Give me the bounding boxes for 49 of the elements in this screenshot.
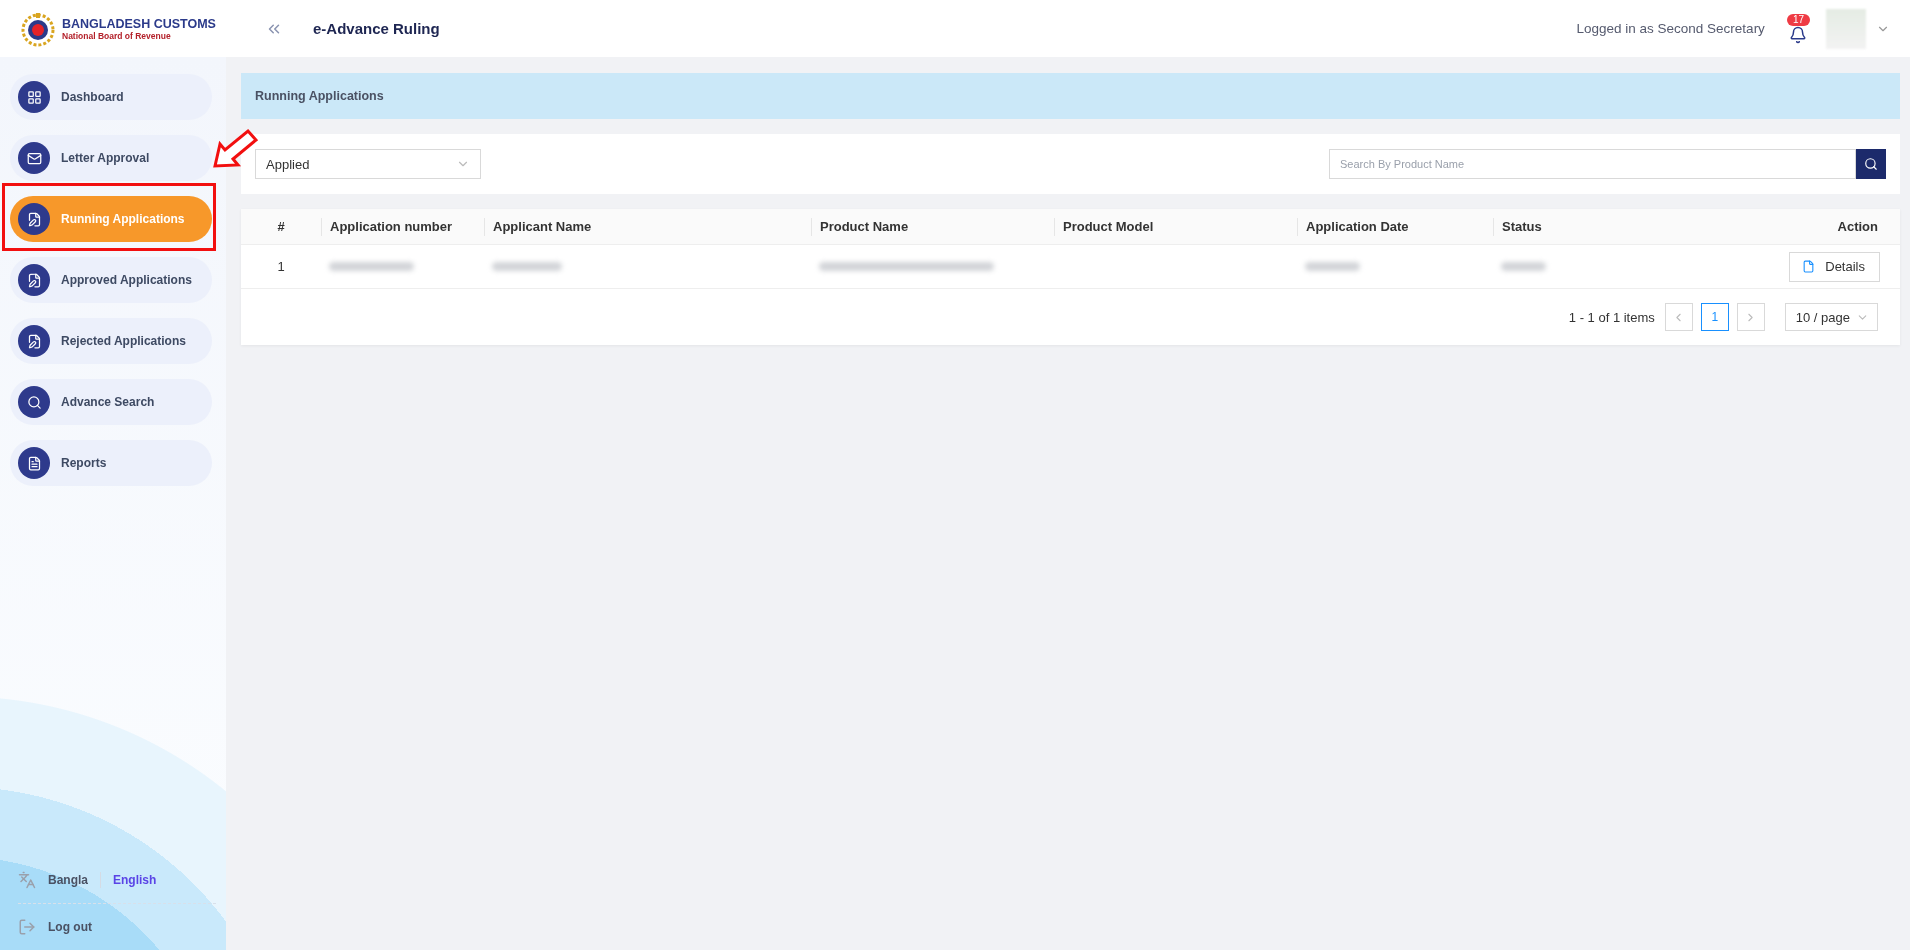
column-header: Product Model [1054, 217, 1297, 236]
page-title: Running Applications [255, 89, 384, 103]
blurred-text [492, 262, 562, 271]
sidebar-item-icon [18, 386, 50, 418]
translate-icon [18, 871, 36, 889]
notification-button[interactable] [1789, 25, 1808, 44]
column-header: Application number [321, 217, 484, 236]
search-icon [1864, 157, 1878, 171]
details-button[interactable]: Details [1789, 251, 1880, 282]
language-option[interactable]: English [113, 873, 157, 887]
notification-badge: 17 [1786, 13, 1810, 26]
logout-button[interactable]: Log out [18, 918, 92, 936]
sidebar-item-icon [18, 264, 50, 296]
status-select[interactable]: Applied [255, 149, 481, 179]
pagination-summary: 1 - 1 of 1 items [1568, 309, 1655, 325]
column-header: Action [1836, 217, 1879, 236]
page-size-select[interactable]: 10 / page [1784, 303, 1878, 331]
language-option[interactable]: Bangla [48, 873, 88, 887]
blurred-text [1305, 262, 1360, 271]
sidebar-item-icon [18, 447, 50, 479]
sidebar-item[interactable]: Reports [10, 440, 212, 486]
avatar-placeholder [1826, 8, 1866, 49]
previous-page-button[interactable] [1664, 303, 1693, 331]
app-title: e-Advance Ruling [313, 20, 440, 37]
next-page-button[interactable] [1736, 303, 1765, 331]
column-header: Application Date [1297, 217, 1493, 236]
sidebar-item[interactable]: Dashboard [10, 74, 212, 120]
sidebar-item[interactable]: Approved Applications [10, 257, 212, 303]
customs-emblem-icon [20, 10, 56, 47]
search-button[interactable] [1856, 149, 1886, 179]
sidebar-item-icon [18, 203, 50, 235]
brand-subtitle: National Board of Revenue [62, 30, 172, 41]
sidebar-item[interactable]: Advance Search [10, 379, 212, 425]
search-field[interactable]: Search By Product Name [1329, 149, 1856, 179]
column-header: Status [1493, 217, 1653, 236]
brand-title: BANGLADESH CUSTOMS [62, 16, 216, 31]
column-header: Product Name [811, 217, 1054, 236]
column-header: # [276, 217, 286, 236]
sidebar-item[interactable]: Letter Approval [10, 135, 212, 181]
document-icon [1802, 260, 1816, 273]
sidebar-item-icon [18, 325, 50, 357]
blurred-text [1501, 262, 1546, 271]
sidebar-item-icon [18, 142, 50, 174]
logout-icon [18, 918, 36, 936]
column-header: Applicant Name [484, 217, 811, 236]
sidebar-item[interactable]: Rejected Applications [10, 318, 212, 364]
sidebar-item-icon [18, 81, 50, 113]
logged-in-text: Logged in as Second Secretary [1576, 21, 1765, 36]
table-cell: 1 [277, 259, 285, 274]
